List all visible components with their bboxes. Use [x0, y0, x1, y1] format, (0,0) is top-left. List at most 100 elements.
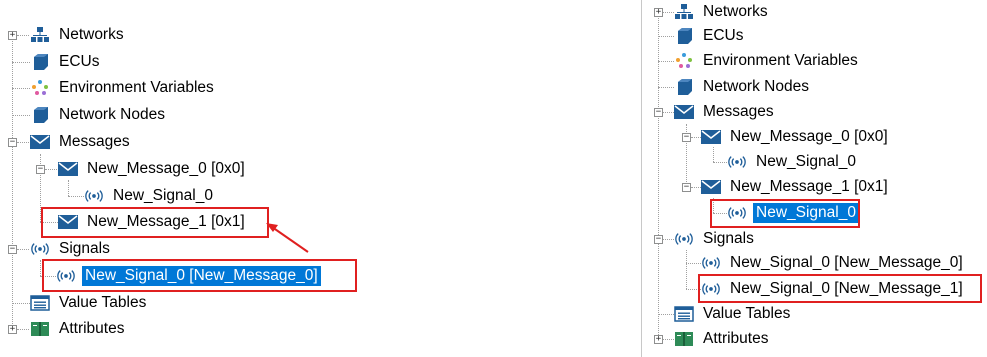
signal-icon	[701, 253, 721, 273]
panel-divider	[641, 0, 642, 357]
tree-line	[658, 16, 659, 339]
tree-line	[12, 62, 30, 63]
ecu-icon	[30, 52, 50, 72]
tree-line	[40, 260, 41, 276]
network-icon	[674, 2, 694, 22]
tree-line	[658, 36, 674, 37]
tree-item-message-1[interactable]: New_Message_1 [0x1]	[701, 176, 891, 198]
annotation-arrow	[266, 223, 309, 253]
highlight-box-message-1-signal	[710, 199, 860, 228]
tree-line	[68, 180, 69, 196]
collapse-toggle-messages[interactable]: −	[8, 138, 17, 147]
tree-item-attributes[interactable]: Attributes	[674, 328, 771, 350]
value-table-icon	[30, 293, 50, 313]
tree-item-networks[interactable]: Networks	[674, 1, 771, 23]
collapse-toggle-message-0[interactable]: −	[682, 133, 691, 142]
tree-line	[658, 87, 674, 88]
attributes-book-icon	[674, 329, 694, 349]
tree-item-label: Environment Variables	[703, 52, 858, 69]
tree-line	[17, 329, 29, 330]
tree-line	[663, 239, 674, 240]
tree-item-messages[interactable]: Messages	[30, 131, 133, 153]
tree-item-label: Networks	[703, 3, 768, 20]
tree-item-attributes[interactable]: Attributes	[30, 318, 127, 340]
tree-item-label: Environment Variables	[59, 79, 214, 96]
collapse-toggle-messages[interactable]: −	[654, 108, 663, 117]
tree-item-label: New_Signal_0	[756, 153, 856, 170]
signal-icon	[674, 229, 694, 249]
expand-toggle-attributes[interactable]: +	[654, 335, 663, 344]
highlight-box-signal-0	[42, 259, 357, 292]
collapse-toggle-message-1[interactable]: −	[682, 183, 691, 192]
collapse-toggle-message-0[interactable]: −	[36, 165, 45, 174]
tree-item-networks[interactable]: Networks	[30, 24, 127, 46]
tree-line	[663, 112, 674, 113]
collapse-toggle-signals[interactable]: −	[8, 245, 17, 254]
tree-item-label: New_Signal_0	[113, 187, 213, 204]
tree-item-label: Network Nodes	[59, 106, 165, 123]
tree-line	[658, 61, 674, 62]
collapse-toggle-signals[interactable]: −	[654, 235, 663, 244]
tree-line	[12, 115, 30, 116]
message-envelope-icon	[30, 132, 50, 152]
tree-item-label: New_Signal_0 [New_Message_0]	[730, 254, 963, 271]
tree-item-network-nodes[interactable]: Network Nodes	[30, 104, 168, 126]
tree-item-label: Value Tables	[703, 305, 791, 322]
tree-line	[713, 147, 714, 162]
tree-line	[17, 249, 29, 250]
tree-item-label: ECUs	[703, 27, 744, 44]
message-envelope-icon	[701, 127, 721, 147]
tree-line	[17, 142, 29, 143]
environment-variables-icon	[674, 51, 694, 71]
tree-item-label: Value Tables	[59, 294, 147, 311]
tree-item-signals[interactable]: Signals	[674, 228, 757, 250]
tree-line	[686, 263, 701, 264]
ecu-icon	[674, 26, 694, 46]
tree-item-signal-0[interactable]: New_Signal_0 [New_Message_0]	[701, 252, 966, 274]
value-table-icon	[674, 304, 694, 324]
expand-toggle-networks[interactable]: +	[8, 31, 17, 40]
tree-line	[45, 169, 57, 170]
tree-item-message-0-signal[interactable]: New_Signal_0	[84, 185, 216, 207]
tree-item-messages[interactable]: Messages	[674, 101, 777, 123]
tree-item-ecus[interactable]: ECUs	[30, 51, 102, 73]
tree-line	[713, 162, 727, 163]
tree-item-label: ECUs	[59, 53, 100, 70]
tree-item-signals[interactable]: Signals	[30, 238, 113, 260]
tree-line	[658, 314, 674, 315]
tree-line	[12, 88, 30, 89]
message-envelope-icon	[674, 102, 694, 122]
network-icon	[30, 25, 50, 45]
tree-line	[691, 137, 701, 138]
tree-item-label: Attributes	[59, 320, 125, 337]
tree-item-label: Networks	[59, 26, 124, 43]
tree-item-message-0[interactable]: New_Message_0 [0x0]	[701, 126, 891, 148]
expand-toggle-attributes[interactable]: +	[8, 325, 17, 334]
tree-item-label: New_Message_0 [0x0]	[730, 128, 888, 145]
message-envelope-icon	[701, 177, 721, 197]
tree-item-label: Signals	[703, 230, 754, 247]
tree-line	[663, 339, 674, 340]
left-tree-panel: + − − − + Networks ECUs Environment Vari…	[0, 0, 640, 357]
highlight-box-message-1	[41, 207, 269, 238]
tree-item-environment-variables[interactable]: Environment Variables	[674, 50, 861, 72]
signal-icon	[727, 152, 747, 172]
tree-item-environment-variables[interactable]: Environment Variables	[30, 77, 217, 99]
tree-item-value-tables[interactable]: Value Tables	[30, 292, 149, 314]
tree-line	[12, 36, 13, 330]
signal-icon	[84, 186, 104, 206]
right-tree-panel: + − − − − + Networks ECUs Environment Va…	[643, 0, 987, 357]
tree-item-network-nodes[interactable]: Network Nodes	[674, 76, 812, 98]
signal-icon	[30, 239, 50, 259]
tree-item-label: New_Message_1 [0x1]	[730, 178, 888, 195]
tree-item-ecus[interactable]: ECUs	[674, 25, 746, 47]
tree-line	[686, 250, 687, 289]
tree-item-message-0[interactable]: New_Message_0 [0x0]	[58, 158, 248, 180]
tree-item-value-tables[interactable]: Value Tables	[674, 303, 793, 325]
expand-toggle-networks[interactable]: +	[654, 8, 663, 17]
attributes-book-icon	[30, 319, 50, 339]
tree-line	[17, 35, 29, 36]
tree-item-message-0-signal[interactable]: New_Signal_0	[727, 151, 859, 173]
tree-item-label: Messages	[703, 103, 774, 120]
tree-line	[12, 303, 30, 304]
